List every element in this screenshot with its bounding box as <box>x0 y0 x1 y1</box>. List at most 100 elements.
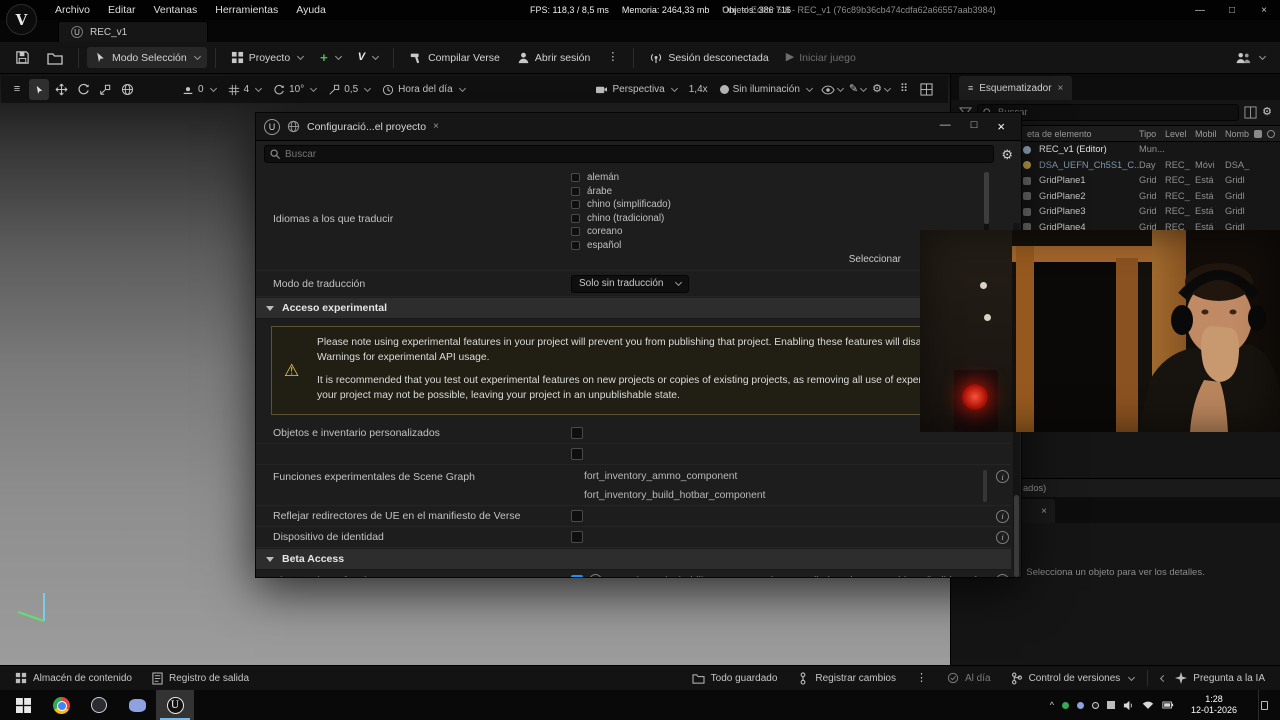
scrollbar[interactable] <box>983 470 987 503</box>
tray-app-icon[interactable] <box>1107 701 1115 709</box>
list-item[interactable]: chino (simplificado) <box>571 198 989 212</box>
collaborators-dropdown[interactable] <box>1228 47 1272 68</box>
start-button[interactable] <box>4 690 42 720</box>
list-item[interactable]: alemán <box>571 171 989 185</box>
settings-search[interactable] <box>264 145 995 163</box>
checkbox[interactable] <box>571 531 583 544</box>
show-flags-dropdown[interactable] <box>819 79 845 100</box>
checkbox[interactable] <box>571 227 580 237</box>
quick-add-dropdown[interactable]: + <box>313 47 348 68</box>
menu-archivo[interactable]: Archivo <box>46 1 99 19</box>
verse-menu-button[interactable]: V <box>351 48 385 67</box>
grid-snap-group[interactable]: 4 <box>223 84 267 96</box>
checkbox[interactable] <box>571 186 580 196</box>
viewport-settings-dropdown[interactable]: ⚙ <box>870 79 892 100</box>
move-tool-icon[interactable] <box>51 79 71 100</box>
checkbox-checked[interactable]: ✓ <box>571 574 583 577</box>
outliner-settings-icon[interactable]: ⚙ <box>1262 107 1272 118</box>
select-mode-dropdown[interactable]: Modo Selección <box>87 47 207 68</box>
column-nombre[interactable]: Nomb <box>1225 129 1249 139</box>
column-pin-icon[interactable] <box>1267 130 1275 138</box>
scale-tool-icon[interactable] <box>95 79 115 100</box>
version-control-dropdown[interactable]: Control de versiones <box>1004 669 1142 688</box>
time-of-day-group[interactable]: Hora del día <box>377 84 469 96</box>
obs-taskbar-button[interactable] <box>80 690 118 720</box>
column-visibility-icon[interactable] <box>1254 130 1262 138</box>
session-options-button[interactable]: ⋮ <box>600 48 625 67</box>
column-mobil[interactable]: Mobil <box>1195 129 1217 139</box>
checkbox[interactable] <box>571 213 580 223</box>
tab-esquematizador[interactable]: ≡ Esquematizador × <box>959 76 1073 100</box>
checkbox[interactable] <box>571 427 583 440</box>
menu-ayuda[interactable]: Ayuda <box>287 1 335 19</box>
translation-mode-dropdown[interactable]: Solo sin traducción <box>571 274 689 293</box>
settings-search-input[interactable] <box>264 145 995 163</box>
battery-icon[interactable] <box>1162 700 1174 710</box>
camera-speed-button[interactable]: 1,4x <box>684 84 713 95</box>
compile-verse-button[interactable]: Compilar Verse <box>402 47 507 69</box>
unreal-taskbar-button[interactable]: U <box>156 690 194 720</box>
tab-rec-v1[interactable]: U REC_v1 <box>58 21 208 42</box>
save-button[interactable] <box>8 46 37 69</box>
ask-ai-button[interactable]: Pregunta a la IA <box>1154 669 1272 687</box>
menu-ventanas[interactable]: Ventanas <box>144 1 206 19</box>
scale-snap-group[interactable]: 0,5 <box>323 84 375 96</box>
tray-icon-green[interactable] <box>1062 701 1069 709</box>
dialog-tab-close-icon[interactable]: × <box>433 121 439 132</box>
close-button[interactable]: × <box>1248 0 1280 20</box>
dialog-minimize-button[interactable]: — <box>940 119 951 134</box>
columns-icon[interactable] <box>1244 106 1257 119</box>
info-icon[interactable]: i <box>996 530 1009 544</box>
list-item[interactable]: chino (tradicional) <box>571 212 989 226</box>
volume-icon[interactable] <box>1123 700 1134 711</box>
dialog-titlebar[interactable]: U Configuració...el proyecto × — □ × <box>256 113 1021 141</box>
statusbar-kebab-button[interactable]: ⋮ <box>909 670 934 687</box>
settings-gear-icon[interactable]: ⚙ <box>1001 148 1013 161</box>
column-level[interactable]: Level <box>1165 129 1187 139</box>
quad-view-icon[interactable] <box>916 79 936 100</box>
content-drawer-button[interactable]: Almacén de contenido <box>8 669 139 687</box>
surface-snap-group[interactable]: 0 <box>177 84 221 96</box>
checkbox[interactable] <box>571 173 580 183</box>
maximize-button[interactable]: □ <box>1216 0 1248 20</box>
tray-expand-icon[interactable]: ^ <box>1050 700 1054 710</box>
info-icon[interactable]: i <box>996 574 1009 577</box>
landscape-tools-dropdown[interactable]: ✎ <box>847 79 868 100</box>
tray-discord-icon[interactable] <box>1077 701 1084 709</box>
section-experimental-access[interactable]: Acceso experimental <box>256 298 1011 319</box>
checkbox[interactable] <box>571 240 580 250</box>
start-game-button[interactable]: ▶ Iniciar juego <box>779 48 863 68</box>
import-button[interactable] <box>40 47 70 69</box>
unreal-logo-icon[interactable]: V <box>6 4 37 35</box>
menu-herramientas[interactable]: Herramientas <box>206 1 287 19</box>
checkbox[interactable] <box>571 448 583 461</box>
discord-taskbar-button[interactable] <box>118 690 156 720</box>
minimize-button[interactable]: — <box>1184 0 1216 20</box>
list-item[interactable]: árabe <box>571 185 989 199</box>
select-tool-icon[interactable] <box>29 79 49 100</box>
saved-status-button[interactable]: Todo guardado <box>685 670 785 687</box>
section-beta-access[interactable]: Beta Access <box>256 549 1011 571</box>
taskbar-clock[interactable]: 1:28 12-01-2026 <box>1182 694 1246 716</box>
perspective-dropdown[interactable]: Perspectiva <box>590 84 681 95</box>
output-log-button[interactable]: Registro de salida <box>145 669 256 688</box>
register-changes-button[interactable]: Registrar cambios <box>790 669 903 688</box>
dialog-maximize-button[interactable]: □ <box>971 119 978 134</box>
info-icon[interactable]: i <box>996 509 1009 523</box>
chrome-taskbar-button[interactable] <box>42 690 80 720</box>
dialog-close-button[interactable]: × <box>997 119 1005 134</box>
session-status-indicator[interactable]: Sesión desconectada <box>642 47 775 68</box>
world-coordinates-icon[interactable] <box>117 79 137 100</box>
rotation-snap-group[interactable]: 10° <box>268 84 321 96</box>
notification-center-button[interactable] <box>1258 690 1270 720</box>
menu-editar[interactable]: Editar <box>99 1 144 19</box>
close-tab-icon[interactable]: × <box>1058 83 1064 94</box>
scene-graph-function-item[interactable]: fort_inventory_build_hotbar_component <box>571 486 1011 506</box>
checkbox[interactable] <box>571 200 580 210</box>
rotate-tool-icon[interactable] <box>73 79 93 100</box>
layout-grid-icon[interactable]: ⠿ <box>894 79 914 100</box>
project-dropdown[interactable]: Proyecto <box>224 47 310 68</box>
view-mode-dropdown[interactable]: Sin iluminación <box>715 84 817 95</box>
column-item-label[interactable]: eta de elemento <box>1027 129 1092 139</box>
open-session-button[interactable]: Abrir sesión <box>510 47 597 68</box>
